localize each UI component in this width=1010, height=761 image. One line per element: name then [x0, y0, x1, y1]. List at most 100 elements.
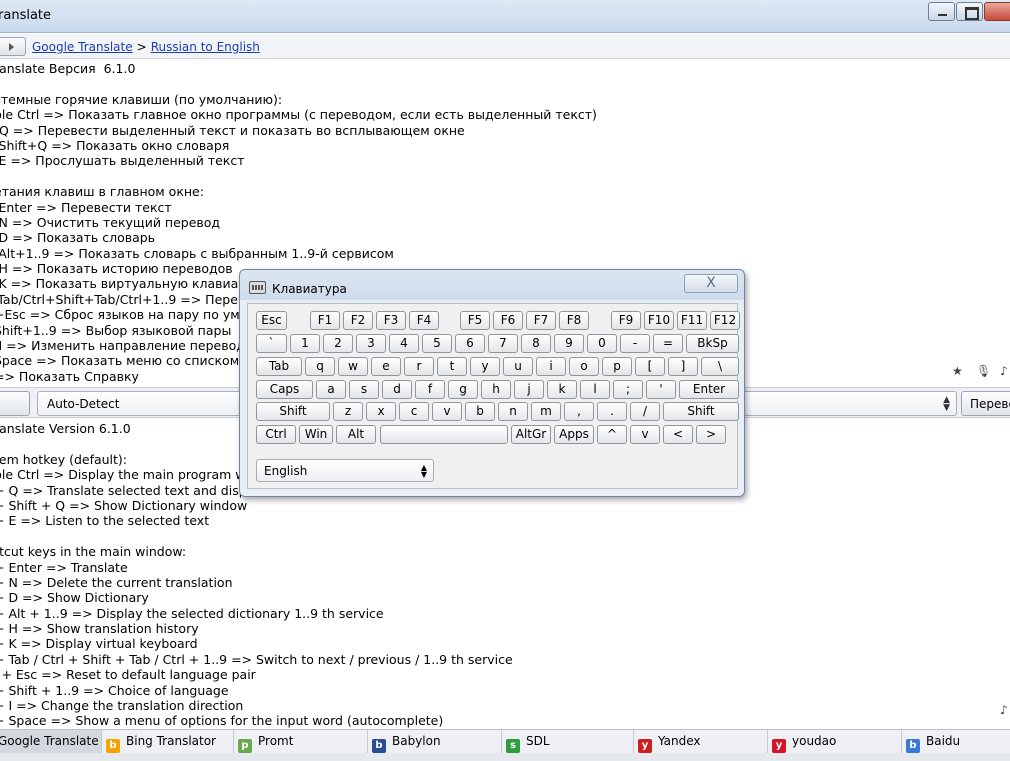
translate-button[interactable]: Переве: [961, 391, 1010, 416]
tab-babylon[interactable]: b Babylon: [368, 730, 502, 754]
key-bksp[interactable]: BkSp: [686, 334, 739, 353]
key-p[interactable]: p: [602, 357, 632, 376]
tab-sdl[interactable]: s SDL: [502, 730, 634, 754]
key-h[interactable]: h: [481, 380, 511, 399]
key-symbol[interactable]: .: [597, 402, 627, 421]
key-a[interactable]: a: [316, 380, 346, 399]
tab-baidu[interactable]: b Baidu: [902, 730, 1010, 754]
key-caps[interactable]: Caps: [256, 380, 313, 399]
key-0[interactable]: 0: [587, 334, 617, 353]
key-q[interactable]: q: [305, 357, 335, 376]
key-altgr[interactable]: AltGr: [511, 425, 551, 444]
key-f2[interactable]: F2: [343, 311, 373, 330]
key-d[interactable]: d: [382, 380, 412, 399]
key-symbol[interactable]: <: [663, 425, 693, 444]
key-e[interactable]: e: [371, 357, 401, 376]
key-o[interactable]: o: [569, 357, 599, 376]
breadcrumb-russian-to-english[interactable]: Russian to English: [151, 40, 260, 54]
key-z[interactable]: z: [333, 402, 363, 421]
key-shift[interactable]: Shift: [663, 402, 739, 421]
speaker-icon[interactable]: ♪: [1000, 703, 1008, 717]
key-f9[interactable]: F9: [611, 311, 641, 330]
key-alt[interactable]: Alt: [336, 425, 376, 444]
key-f[interactable]: f: [415, 380, 445, 399]
key-f12[interactable]: F12: [710, 311, 740, 330]
dialog-close-button[interactable]: X: [684, 274, 738, 293]
key-x[interactable]: x: [366, 402, 396, 421]
maximize-button[interactable]: [956, 2, 983, 21]
toolbar-left-button[interactable]: [0, 391, 30, 416]
key-symbol[interactable]: `: [256, 334, 287, 353]
key-j[interactable]: j: [514, 380, 544, 399]
key-1[interactable]: 1: [290, 334, 320, 353]
key-3[interactable]: 3: [356, 334, 386, 353]
key-l[interactable]: l: [580, 380, 610, 399]
key-8[interactable]: 8: [521, 334, 551, 353]
key-f11[interactable]: F11: [677, 311, 707, 330]
key-4[interactable]: 4: [389, 334, 419, 353]
key-symbol[interactable]: ^: [597, 425, 627, 444]
nav-forward-button[interactable]: [0, 37, 26, 56]
key-7[interactable]: 7: [488, 334, 518, 353]
key-y[interactable]: y: [470, 357, 500, 376]
key-symbol[interactable]: ]: [668, 357, 698, 376]
key-esc[interactable]: Esc: [256, 311, 287, 330]
key-6[interactable]: 6: [455, 334, 485, 353]
key-w[interactable]: w: [338, 357, 368, 376]
key-space[interactable]: [380, 425, 508, 444]
key-t[interactable]: t: [437, 357, 467, 376]
keyboard-language-select[interactable]: English ▲ ▼: [256, 459, 434, 482]
tab-yandex[interactable]: y Yandex: [634, 730, 768, 754]
key-f6[interactable]: F6: [493, 311, 523, 330]
key-f8[interactable]: F8: [559, 311, 589, 330]
minimize-button[interactable]: [928, 2, 955, 21]
key-symbol[interactable]: -: [620, 334, 650, 353]
key-apps[interactable]: Apps: [554, 425, 594, 444]
tab-youdao[interactable]: y youdao: [768, 730, 902, 754]
tab-label: Yandex: [658, 734, 701, 748]
key-v[interactable]: v: [432, 402, 462, 421]
key-symbol[interactable]: /: [630, 402, 660, 421]
breadcrumb-google-translate[interactable]: Google Translate: [32, 40, 133, 54]
key-f4[interactable]: F4: [409, 311, 439, 330]
key-symbol[interactable]: ;: [613, 380, 643, 399]
key-u[interactable]: u: [503, 357, 533, 376]
key-win[interactable]: Win: [299, 425, 333, 444]
key-i[interactable]: i: [536, 357, 566, 376]
microphone-icon[interactable]: 🎙: [976, 364, 991, 378]
key-symbol[interactable]: ': [646, 380, 676, 399]
key-f10[interactable]: F10: [644, 311, 674, 330]
key-k[interactable]: k: [547, 380, 577, 399]
key-2[interactable]: 2: [323, 334, 353, 353]
key-tab[interactable]: Tab: [256, 357, 302, 376]
tab-google-translate[interactable]: Google Translate: [0, 730, 102, 754]
key-m[interactable]: m: [531, 402, 561, 421]
key-f5[interactable]: F5: [460, 311, 490, 330]
key-s[interactable]: s: [349, 380, 379, 399]
key-9[interactable]: 9: [554, 334, 584, 353]
key-c[interactable]: c: [399, 402, 429, 421]
key-r[interactable]: r: [404, 357, 434, 376]
source-language-value: Auto-Detect: [47, 397, 120, 411]
close-button[interactable]: [984, 2, 1010, 21]
key-symbol[interactable]: \: [701, 357, 739, 376]
key-ctrl[interactable]: Ctrl: [256, 425, 296, 444]
key-symbol[interactable]: =: [653, 334, 683, 353]
tab-promt[interactable]: p Promt: [234, 730, 368, 754]
key-symbol[interactable]: ,: [564, 402, 594, 421]
speaker-icon[interactable]: ♪: [1000, 364, 1008, 378]
key-v[interactable]: v: [630, 425, 660, 444]
key-shift[interactable]: Shift: [256, 402, 330, 421]
key-n[interactable]: n: [498, 402, 528, 421]
key-enter[interactable]: Enter: [679, 380, 739, 399]
key-f7[interactable]: F7: [526, 311, 556, 330]
star-icon[interactable]: ★: [952, 364, 963, 378]
key-5[interactable]: 5: [422, 334, 452, 353]
key-symbol[interactable]: [: [635, 357, 665, 376]
key-f1[interactable]: F1: [310, 311, 340, 330]
tab-bing-translator[interactable]: b Bing Translator: [102, 730, 234, 754]
key-g[interactable]: g: [448, 380, 478, 399]
key-f3[interactable]: F3: [376, 311, 406, 330]
key-symbol[interactable]: >: [696, 425, 726, 444]
key-b[interactable]: b: [465, 402, 495, 421]
